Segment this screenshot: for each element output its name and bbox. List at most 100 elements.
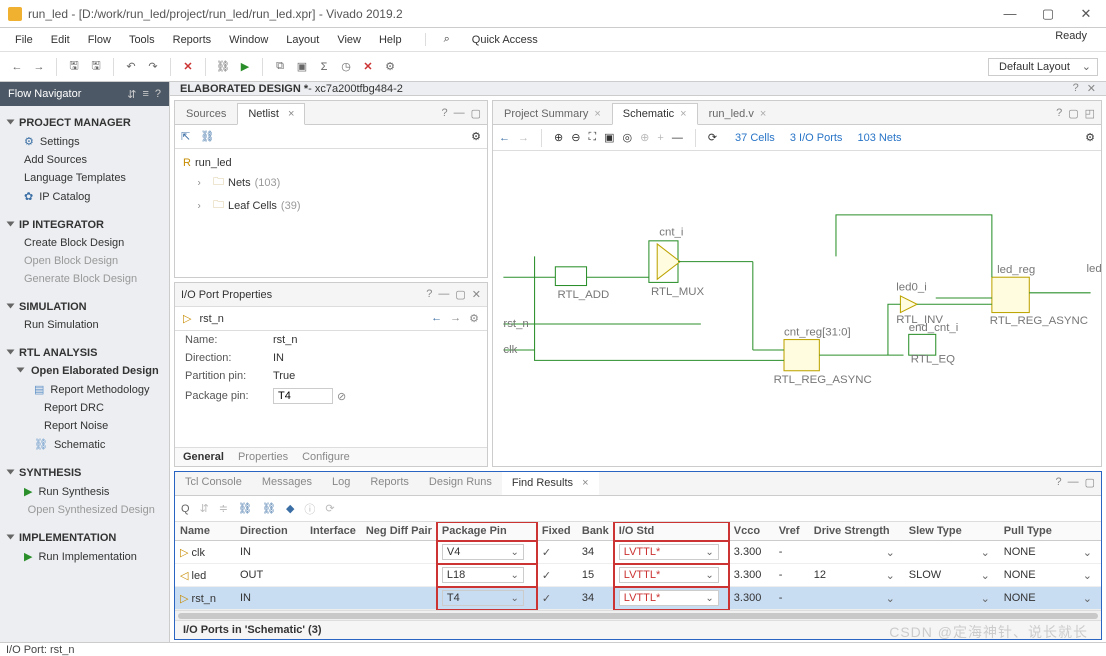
nav-run-synthesis[interactable]: Run Synthesis bbox=[38, 486, 109, 498]
pkg-pin-dropdown[interactable]: T4 bbox=[442, 590, 524, 606]
maximize-icon[interactable]: ▢ bbox=[455, 288, 465, 301]
close-icon[interactable]: ✕ bbox=[1087, 82, 1096, 95]
collapse-icon[interactable]: ⇵ bbox=[200, 502, 209, 515]
nav-implementation[interactable]: IMPLEMENTATION bbox=[19, 532, 116, 544]
nav-add-sources[interactable]: Add Sources bbox=[4, 151, 165, 169]
gear-icon[interactable]: ⚙ bbox=[1085, 131, 1095, 144]
tab-reports[interactable]: Reports bbox=[360, 472, 419, 495]
hier-icon[interactable]: ≑ bbox=[219, 502, 228, 515]
gear-icon[interactable]: ⚙ bbox=[469, 312, 479, 325]
nav-schematic[interactable]: Schematic bbox=[54, 439, 105, 451]
minimize-button[interactable]: — bbox=[998, 6, 1022, 22]
tab-log[interactable]: Log bbox=[322, 472, 360, 495]
menu-file[interactable]: File bbox=[6, 34, 42, 46]
tab-properties[interactable]: Properties bbox=[238, 451, 288, 463]
nav-lang-templates[interactable]: Language Templates bbox=[4, 169, 165, 187]
pkg-pin-dropdown[interactable]: L18 bbox=[442, 567, 524, 583]
redo-icon[interactable]: ↷ bbox=[144, 58, 162, 76]
pin-icon[interactable]: ≡ bbox=[142, 88, 148, 101]
link-icon[interactable]: ⛓ bbox=[214, 58, 232, 76]
help-icon[interactable]: ? bbox=[1073, 82, 1079, 95]
nav-rtl-analysis[interactable]: RTL ANALYSIS bbox=[19, 347, 97, 359]
close-icon[interactable]: ✕ bbox=[472, 288, 481, 301]
expand-icon[interactable]: ⛓ bbox=[200, 130, 214, 143]
run-icon[interactable]: ▶ bbox=[236, 58, 254, 76]
tab-tcl-console[interactable]: Tcl Console bbox=[175, 472, 252, 495]
nav-create-block-design[interactable]: Create Block Design bbox=[4, 234, 165, 252]
help-icon[interactable]: ? bbox=[1056, 107, 1062, 120]
sigma-icon[interactable]: Σ bbox=[315, 58, 333, 76]
maximize-button[interactable]: ▢ bbox=[1036, 6, 1060, 22]
save-icon[interactable]: 🖫 bbox=[65, 58, 83, 76]
stack-icon[interactable]: ⧉ bbox=[271, 58, 289, 76]
collapse-icon[interactable]: ⇵ bbox=[127, 88, 136, 101]
highlight-icon[interactable]: ◆ bbox=[286, 502, 294, 515]
info-cells[interactable]: 37 Cells bbox=[735, 132, 775, 144]
tree-icon[interactable]: ⛓ bbox=[238, 502, 252, 515]
tab-general[interactable]: General bbox=[183, 451, 224, 463]
nav-report-drc[interactable]: Report DRC bbox=[4, 399, 165, 417]
maximize-icon[interactable]: ▢ bbox=[1068, 107, 1078, 120]
checkmark-icon[interactable] bbox=[542, 593, 551, 605]
ioprop-pkg-input[interactable] bbox=[273, 388, 333, 404]
nav-settings[interactable]: Settings bbox=[40, 136, 80, 148]
tab-sources[interactable]: Sources bbox=[175, 103, 237, 125]
close-tab-icon[interactable]: × bbox=[288, 108, 294, 120]
pkg-pin-dropdown[interactable]: V4 bbox=[442, 544, 524, 560]
collapse-all-icon[interactable]: ⇱ bbox=[181, 130, 190, 143]
cancel-icon[interactable]: ✕ bbox=[179, 58, 197, 76]
nav-simulation[interactable]: SIMULATION bbox=[19, 301, 87, 313]
menu-layout[interactable]: Layout bbox=[277, 34, 328, 46]
minimize-icon[interactable]: — bbox=[438, 288, 449, 301]
menu-flow[interactable]: Flow bbox=[79, 34, 120, 46]
info-nets[interactable]: 103 Nets bbox=[857, 132, 901, 144]
nav-report-noise[interactable]: Report Noise bbox=[4, 417, 165, 435]
nav-back-icon[interactable]: ← bbox=[499, 132, 510, 144]
restore-icon[interactable]: ◰ bbox=[1085, 107, 1095, 120]
menu-tools[interactable]: Tools bbox=[120, 34, 164, 46]
schematic-canvas[interactable]: rst_n clk led RTL_ADD RTL_MUX RTL_REG_AS… bbox=[493, 151, 1101, 466]
save-all-icon[interactable]: 🖫 bbox=[87, 58, 105, 76]
menu-edit[interactable]: Edit bbox=[42, 34, 79, 46]
help-icon[interactable]: ? bbox=[155, 88, 161, 101]
tree-leaf[interactable]: Leaf Cells bbox=[228, 200, 277, 212]
close-tab-icon[interactable]: × bbox=[582, 477, 588, 489]
chip-icon[interactable]: ▣ bbox=[293, 58, 311, 76]
zoom-in-icon[interactable]: ⊕ bbox=[554, 131, 563, 144]
maximize-icon[interactable]: ▢ bbox=[1085, 476, 1095, 491]
iostd-dropdown[interactable]: LVTTL* bbox=[619, 544, 719, 560]
nav-open-elaborated[interactable]: Open Elaborated Design bbox=[31, 365, 159, 377]
nav-run-simulation[interactable]: Run Simulation bbox=[4, 316, 165, 334]
menu-view[interactable]: View bbox=[328, 34, 370, 46]
tree-nets[interactable]: Nets bbox=[228, 177, 251, 189]
zoom-out-icon[interactable]: ⊖ bbox=[571, 131, 580, 144]
undo-icon[interactable]: ↶ bbox=[122, 58, 140, 76]
refresh-icon[interactable]: ⟳ bbox=[325, 502, 334, 515]
fwd-icon[interactable]: → bbox=[30, 58, 48, 76]
help-icon[interactable]: ? bbox=[1055, 476, 1061, 491]
tab-netlist[interactable]: Netlist × bbox=[237, 103, 305, 125]
search-icon[interactable]: Q bbox=[181, 503, 190, 515]
help-icon[interactable]: ? bbox=[426, 288, 432, 301]
nav-ip-integrator[interactable]: IP INTEGRATOR bbox=[19, 219, 104, 231]
nav-synthesis[interactable]: SYNTHESIS bbox=[19, 467, 81, 479]
nav-report-methodology[interactable]: Report Methodology bbox=[50, 384, 149, 396]
tool-x-icon[interactable]: ✕ bbox=[359, 58, 377, 76]
nav-run-implementation[interactable]: Run Implementation bbox=[38, 551, 136, 563]
minimize-icon[interactable]: — bbox=[454, 107, 465, 120]
tab-schematic[interactable]: Schematic× bbox=[612, 103, 698, 125]
minimize-icon[interactable]: — bbox=[1068, 476, 1079, 491]
target-icon[interactable]: ◎ bbox=[623, 131, 633, 144]
prev-icon[interactable]: ← bbox=[431, 312, 442, 325]
info-io[interactable]: 3 I/O Ports bbox=[790, 132, 843, 144]
nav-project-manager[interactable]: PROJECT MANAGER bbox=[19, 117, 131, 129]
tab-messages[interactable]: Messages bbox=[252, 472, 322, 495]
nav-ip-catalog[interactable]: IP Catalog bbox=[39, 191, 90, 203]
close-button[interactable]: ✕ bbox=[1074, 6, 1098, 22]
iostd-dropdown[interactable]: LVTTL* bbox=[619, 567, 719, 583]
gear-icon[interactable]: ⚙ bbox=[471, 130, 481, 143]
fit-icon[interactable]: ⛶ bbox=[588, 131, 596, 144]
menu-help[interactable]: Help bbox=[370, 34, 411, 46]
menu-reports[interactable]: Reports bbox=[164, 34, 221, 46]
gear-icon[interactable]: ⚙ bbox=[381, 58, 399, 76]
